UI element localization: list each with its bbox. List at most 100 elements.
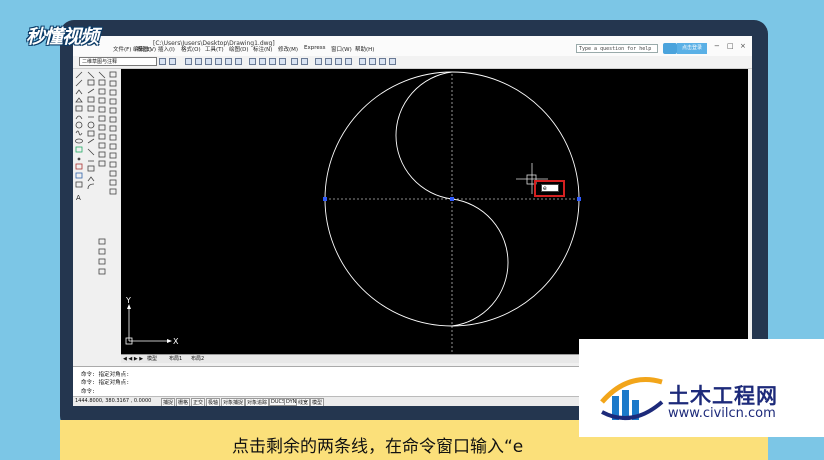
spell-icon: [98, 258, 106, 265]
dynamic-input-tooltip[interactable]: e: [541, 184, 559, 192]
tool-icons[interactable]: A: [73, 69, 121, 359]
dim-angular-icon: [98, 124, 106, 131]
workspace-settings-icon[interactable]: [159, 58, 166, 65]
new-file-icon[interactable]: [185, 58, 192, 65]
xref-icon: [109, 152, 117, 159]
attribute-icon: [109, 170, 117, 177]
pan-icon[interactable]: [315, 58, 322, 65]
ortho-toggle[interactable]: 正交: [191, 398, 206, 406]
point-icon: [77, 157, 81, 161]
block-icon: [75, 146, 83, 153]
tab-nav-arrows[interactable]: ◀ ◀ ▶ ▶: [123, 355, 143, 363]
modify2-icon: [109, 134, 117, 141]
gear-icon[interactable]: [169, 58, 176, 65]
save-icon[interactable]: [205, 58, 212, 65]
menu-window[interactable]: 窗口(W): [331, 45, 352, 53]
fillet-icon: [87, 183, 95, 190]
design-center-icon[interactable]: [369, 58, 376, 65]
otrack-toggle[interactable]: 对象追踪: [245, 398, 270, 406]
field-icon: [98, 248, 106, 255]
help-icon[interactable]: [389, 58, 396, 65]
rotate-icon: [87, 121, 95, 129]
workspace-select[interactable]: 二维草图与注释: [79, 57, 157, 66]
login-button[interactable]: 点击登录: [677, 43, 707, 54]
menu-express[interactable]: Express: [304, 45, 325, 51]
ucs-x-arrow: [167, 339, 172, 343]
osnap-toggle[interactable]: 对象捕捉: [221, 398, 246, 406]
watermark-url: www.civilcn.com: [668, 406, 776, 421]
menu-modify[interactable]: 修改(M): [278, 45, 298, 53]
undo-icon[interactable]: [291, 58, 298, 65]
command-history-line: 命令: 指定对角点:: [81, 380, 130, 386]
region-icon: [75, 172, 83, 179]
mtext-icon: [98, 238, 106, 245]
cloud-icon[interactable]: [663, 43, 677, 54]
polar-toggle[interactable]: 极轴: [206, 398, 221, 406]
print-icon[interactable]: [215, 58, 222, 65]
grid-toggle[interactable]: 栅格: [176, 398, 191, 406]
zoom-extents-icon: [109, 71, 117, 78]
copy-object-icon: [87, 79, 95, 86]
stretch-icon: [87, 138, 95, 144]
dim-radius-icon: [98, 115, 106, 122]
table-icon: [75, 181, 83, 188]
array-icon: [87, 105, 95, 112]
grip-center: [450, 197, 454, 201]
subtitle-text: 点击剩余的两条线，在命令窗口输入“e: [232, 437, 524, 457]
properties-icon[interactable]: [359, 58, 366, 65]
polyline-icon: [75, 89, 83, 95]
maximize-icon[interactable]: □: [727, 42, 734, 50]
command-prompt[interactable]: 命令:: [81, 387, 95, 395]
cut-icon[interactable]: [249, 58, 256, 65]
menu-help[interactable]: 帮助(H): [355, 45, 374, 53]
publish-icon[interactable]: [235, 58, 242, 65]
drawing-svg: X Y: [125, 71, 581, 354]
open-file-icon[interactable]: [195, 58, 202, 65]
minimize-icon[interactable]: −: [714, 42, 720, 50]
title-bar: [C:\Users\Jusers\Desktop\Drawing1.dwg] T…: [73, 36, 752, 57]
tab-layout2[interactable]: 布局2: [191, 355, 204, 363]
image-icon: [109, 179, 117, 186]
copy-icon[interactable]: [259, 58, 266, 65]
model-toggle[interactable]: 模型: [310, 398, 325, 406]
lineweight-toggle[interactable]: 线宽: [296, 398, 311, 406]
dim-aligned-icon: [98, 106, 106, 113]
drawing-canvas[interactable]: X Y e: [121, 69, 748, 354]
redo-icon[interactable]: [301, 58, 308, 65]
refedit-icon: [109, 143, 117, 150]
menu-tools[interactable]: 工具(T): [205, 45, 224, 53]
tab-model[interactable]: 模型: [147, 355, 157, 363]
ucs-x-label: X: [173, 337, 179, 346]
zoom-window-icon[interactable]: [335, 58, 342, 65]
menu-dimension[interactable]: 标注(N): [253, 45, 272, 53]
line-tool-icon: [75, 71, 83, 79]
menu-view[interactable]: 视图(V): [137, 45, 156, 53]
close-icon[interactable]: ×: [740, 42, 746, 50]
match-properties-icon[interactable]: [279, 58, 286, 65]
render-icon: [109, 125, 117, 132]
preview-icon[interactable]: [225, 58, 232, 65]
tool-palettes-icon[interactable]: [379, 58, 386, 65]
help-search-input[interactable]: Type a question for help: [576, 44, 658, 53]
solid-icon: [109, 116, 117, 123]
tab-layout1[interactable]: 布局1: [169, 355, 182, 363]
zoom-realtime-icon[interactable]: [325, 58, 332, 65]
menu-format[interactable]: 格式(O): [181, 45, 201, 53]
polygon-icon: [75, 97, 83, 103]
circle-icon: [75, 121, 83, 129]
paste-icon[interactable]: [269, 58, 276, 65]
ellipse-icon: [75, 138, 83, 144]
explode-icon: [98, 71, 106, 79]
menu-file[interactable]: 文件(F): [113, 45, 131, 53]
rectangle-icon: [75, 105, 83, 112]
snap-toggle[interactable]: 捕捉: [161, 398, 176, 406]
chamfer-icon: [87, 176, 95, 182]
menu-insert[interactable]: 插入(I): [158, 45, 175, 53]
menu-draw[interactable]: 绘图(D): [229, 45, 249, 53]
ucs-icon: [109, 98, 117, 105]
arc-icon: [75, 115, 83, 120]
zoom-previous-icon[interactable]: [345, 58, 352, 65]
view-icon: [109, 80, 117, 87]
draw-modify-toolbars: A: [73, 69, 121, 359]
dim-linear-icon: [98, 97, 106, 104]
